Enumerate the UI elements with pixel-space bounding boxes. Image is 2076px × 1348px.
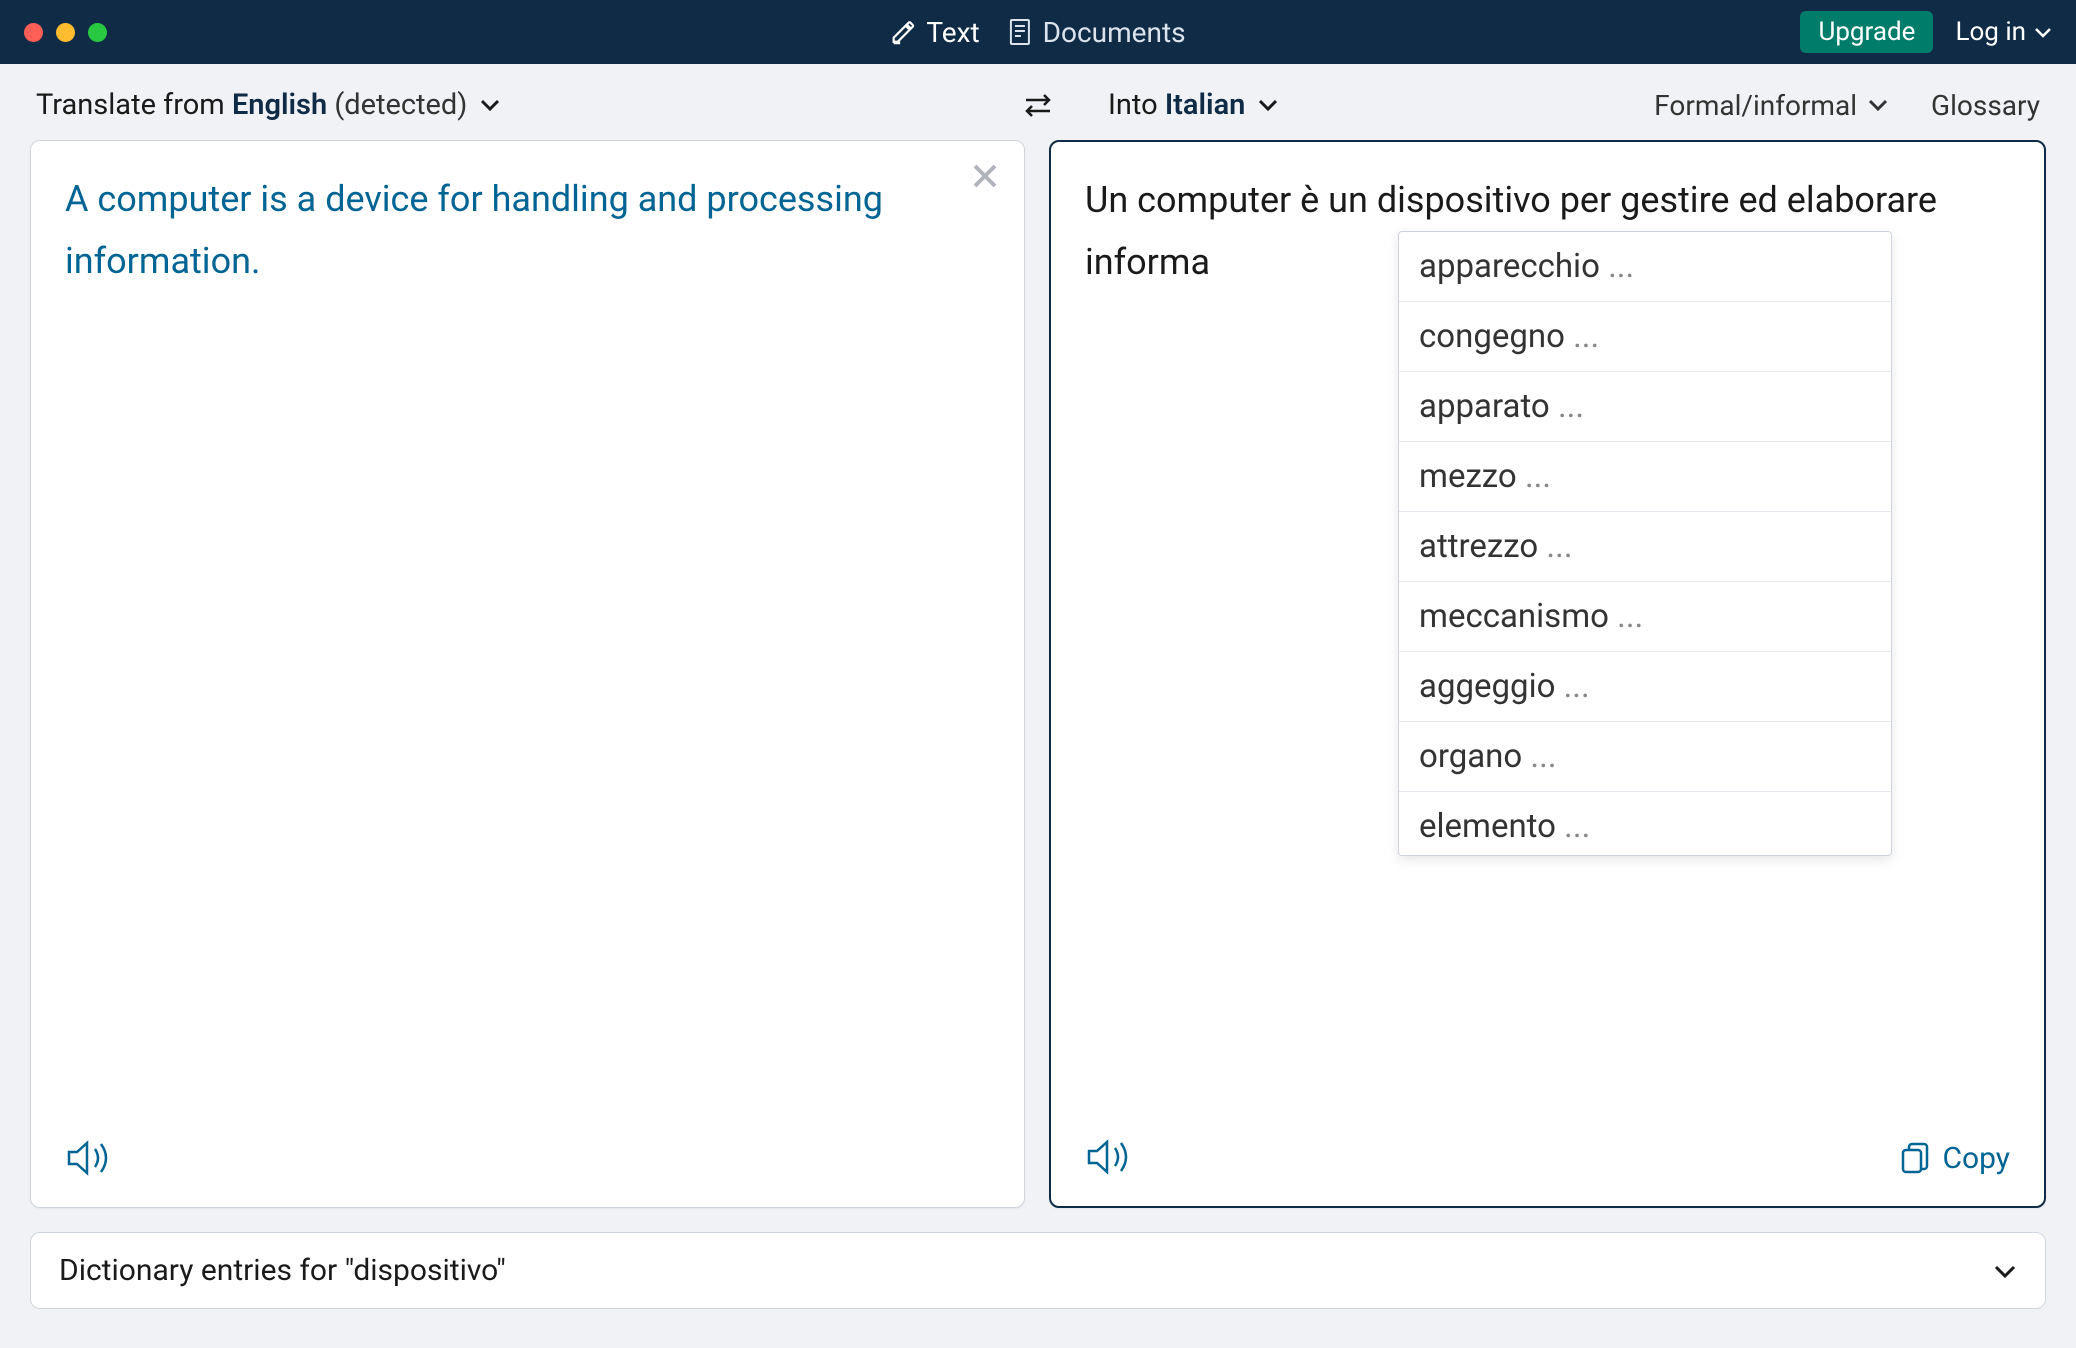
alternative-item[interactable]: congegno ... <box>1399 302 1891 372</box>
nav-tab-text[interactable]: Text <box>878 8 991 57</box>
source-lang-detected: (detected) <box>327 88 467 122</box>
listen-target-button[interactable] <box>1085 1136 1133 1178</box>
source-lang-value: English <box>232 88 327 122</box>
document-icon <box>1008 18 1033 46</box>
chevron-down-icon <box>1867 98 1889 112</box>
alternative-item[interactable]: apparecchio ... <box>1399 232 1891 302</box>
language-options: Formal/informal Glossary <box>1654 89 2040 122</box>
source-text-input[interactable]: A computer is a device for handling and … <box>31 141 1024 321</box>
source-lang-prefix: Translate from <box>36 88 232 122</box>
dictionary-label: Dictionary entries for "dispositivo" <box>59 1253 506 1288</box>
titlebar: Text Documents Upgrade Log in <box>0 0 2076 64</box>
nav-tabs: Text Documents <box>878 8 1197 57</box>
target-lang-prefix: Into <box>1108 88 1165 122</box>
chevron-down-icon <box>2034 26 2052 38</box>
maximize-window-button[interactable] <box>88 23 107 42</box>
chevron-down-icon <box>1257 98 1279 112</box>
pencil-icon <box>890 19 916 45</box>
source-panel: A computer is a device for handling and … <box>30 140 1025 1208</box>
dictionary-entries-bar[interactable]: Dictionary entries for "dispositivo" <box>30 1232 2046 1309</box>
target-language-selector[interactable]: Into Italian <box>1108 88 1279 122</box>
nav-tab-text-label: Text <box>926 16 979 49</box>
close-window-button[interactable] <box>24 23 43 42</box>
swap-languages-button[interactable] <box>1022 90 1054 120</box>
nav-tab-documents-label: Documents <box>1043 16 1186 49</box>
copy-icon <box>1900 1142 1930 1176</box>
minimize-window-button[interactable] <box>56 23 75 42</box>
alternative-item[interactable]: organo ... <box>1399 722 1891 792</box>
target-lang-value: Italian <box>1165 88 1246 122</box>
copy-translation-button[interactable]: Copy <box>1900 1141 2010 1176</box>
alternatives-dropdown: apparecchio ... congegno ... apparato ..… <box>1398 231 1892 856</box>
upgrade-button[interactable]: Upgrade <box>1800 11 1933 53</box>
window-controls <box>24 23 107 42</box>
source-language-selector[interactable]: Translate from English (detected) <box>36 88 501 122</box>
language-bar: Translate from English (detected) Into I… <box>0 64 2076 140</box>
clear-source-button[interactable] <box>970 161 1000 191</box>
login-button[interactable]: Log in <box>1955 17 2052 47</box>
nav-right: Upgrade Log in <box>1800 11 2052 53</box>
alternative-item[interactable]: elemento ... <box>1399 792 1891 856</box>
chevron-down-icon <box>1993 1263 2017 1279</box>
translation-panels: A computer is a device for handling and … <box>0 140 2076 1208</box>
alternative-item[interactable]: aggeggio ... <box>1399 652 1891 722</box>
nav-tab-documents[interactable]: Documents <box>996 8 1198 57</box>
listen-source-button[interactable] <box>65 1137 113 1179</box>
formality-selector[interactable]: Formal/informal <box>1654 89 1889 122</box>
glossary-button[interactable]: Glossary <box>1931 89 2040 122</box>
alternative-item[interactable]: meccanismo ... <box>1399 582 1891 652</box>
chevron-down-icon <box>479 98 501 112</box>
alternative-item[interactable]: apparato ... <box>1399 372 1891 442</box>
alternative-item[interactable]: attrezzo ... <box>1399 512 1891 582</box>
alternative-item[interactable]: mezzo ... <box>1399 442 1891 512</box>
target-panel: Un computer è un dispositivo per gestire… <box>1049 140 2046 1208</box>
